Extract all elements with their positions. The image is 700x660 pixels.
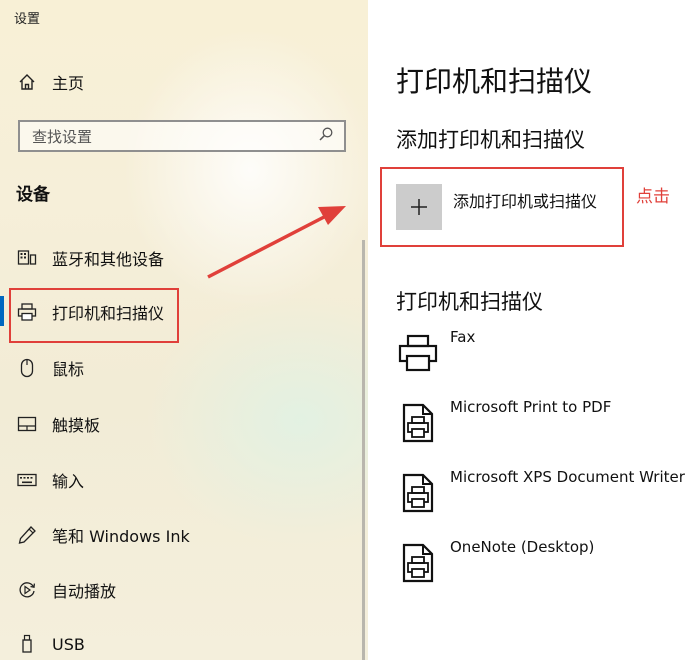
sidebar-item-label: 输入 — [52, 472, 85, 491]
bluetooth-devices-icon — [16, 247, 38, 269]
sidebar-item-label: 触摸板 — [52, 416, 101, 435]
autoplay-icon — [16, 579, 38, 601]
printer-item-pdf[interactable]: Microsoft Print to PDF — [396, 398, 612, 450]
keyboard-icon — [16, 469, 38, 491]
sidebar-item-pen[interactable]: 笔和 Windows Ink — [16, 519, 190, 551]
selected-indicator — [0, 296, 4, 326]
sidebar-item-mouse[interactable]: 鼠标 — [16, 352, 84, 384]
printer-name: OneNote (Desktop) — [450, 538, 595, 556]
add-section-title: 添加打印机和扫描仪 — [396, 128, 585, 152]
pen-icon — [16, 524, 38, 546]
fax-printer-icon — [396, 330, 440, 376]
sidebar-item-label: 笔和 Windows Ink — [52, 527, 190, 546]
touchpad-icon — [16, 413, 38, 435]
nav-home-label: 主页 — [52, 74, 85, 93]
mouse-icon — [16, 357, 38, 379]
printer-item-xps[interactable]: Microsoft XPS Document Writer — [396, 468, 685, 520]
arrow-annotation-icon — [207, 206, 346, 279]
printer-name: Microsoft Print to PDF — [450, 398, 612, 416]
sidebar-item-touchpad[interactable]: 触摸板 — [16, 408, 100, 440]
home-icon — [16, 71, 38, 93]
window-title: 设置 — [14, 12, 41, 27]
sidebar-item-bluetooth[interactable]: 蓝牙和其他设备 — [16, 242, 164, 274]
document-printer-icon — [396, 540, 440, 586]
sidebar-scrollbar[interactable] — [362, 240, 365, 660]
nav-home[interactable]: 主页 — [16, 66, 84, 98]
printer-item-fax[interactable]: Fax — [396, 328, 476, 380]
document-printer-icon — [396, 470, 440, 516]
highlight-box-sidebar — [9, 288, 179, 343]
sidebar-item-label: 鼠标 — [52, 360, 85, 379]
printer-name: Fax — [450, 328, 476, 346]
sidebar-item-label: USB — [52, 634, 85, 654]
page-title: 打印机和扫描仪 — [396, 65, 593, 98]
highlight-box-add — [380, 167, 624, 247]
search-placeholder: 查找设置 — [32, 127, 93, 146]
sidebar-item-typing[interactable]: 输入 — [16, 464, 84, 496]
usb-icon — [16, 633, 38, 655]
sidebar-item-usb[interactable]: USB — [16, 628, 85, 660]
section-devices-label: 设备 — [16, 185, 50, 205]
sidebar-item-autoplay[interactable]: 自动播放 — [16, 574, 116, 606]
printer-list-title: 打印机和扫描仪 — [396, 290, 543, 314]
sidebar-item-label: 自动播放 — [52, 582, 117, 601]
printer-item-onenote[interactable]: OneNote (Desktop) — [396, 538, 595, 590]
search-input[interactable]: 查找设置 — [18, 120, 346, 152]
click-annotation: 点击 — [636, 187, 670, 207]
printer-name: Microsoft XPS Document Writer — [450, 468, 685, 486]
sidebar-item-label: 蓝牙和其他设备 — [52, 250, 165, 269]
search-icon[interactable] — [318, 126, 334, 146]
document-printer-icon — [396, 400, 440, 446]
